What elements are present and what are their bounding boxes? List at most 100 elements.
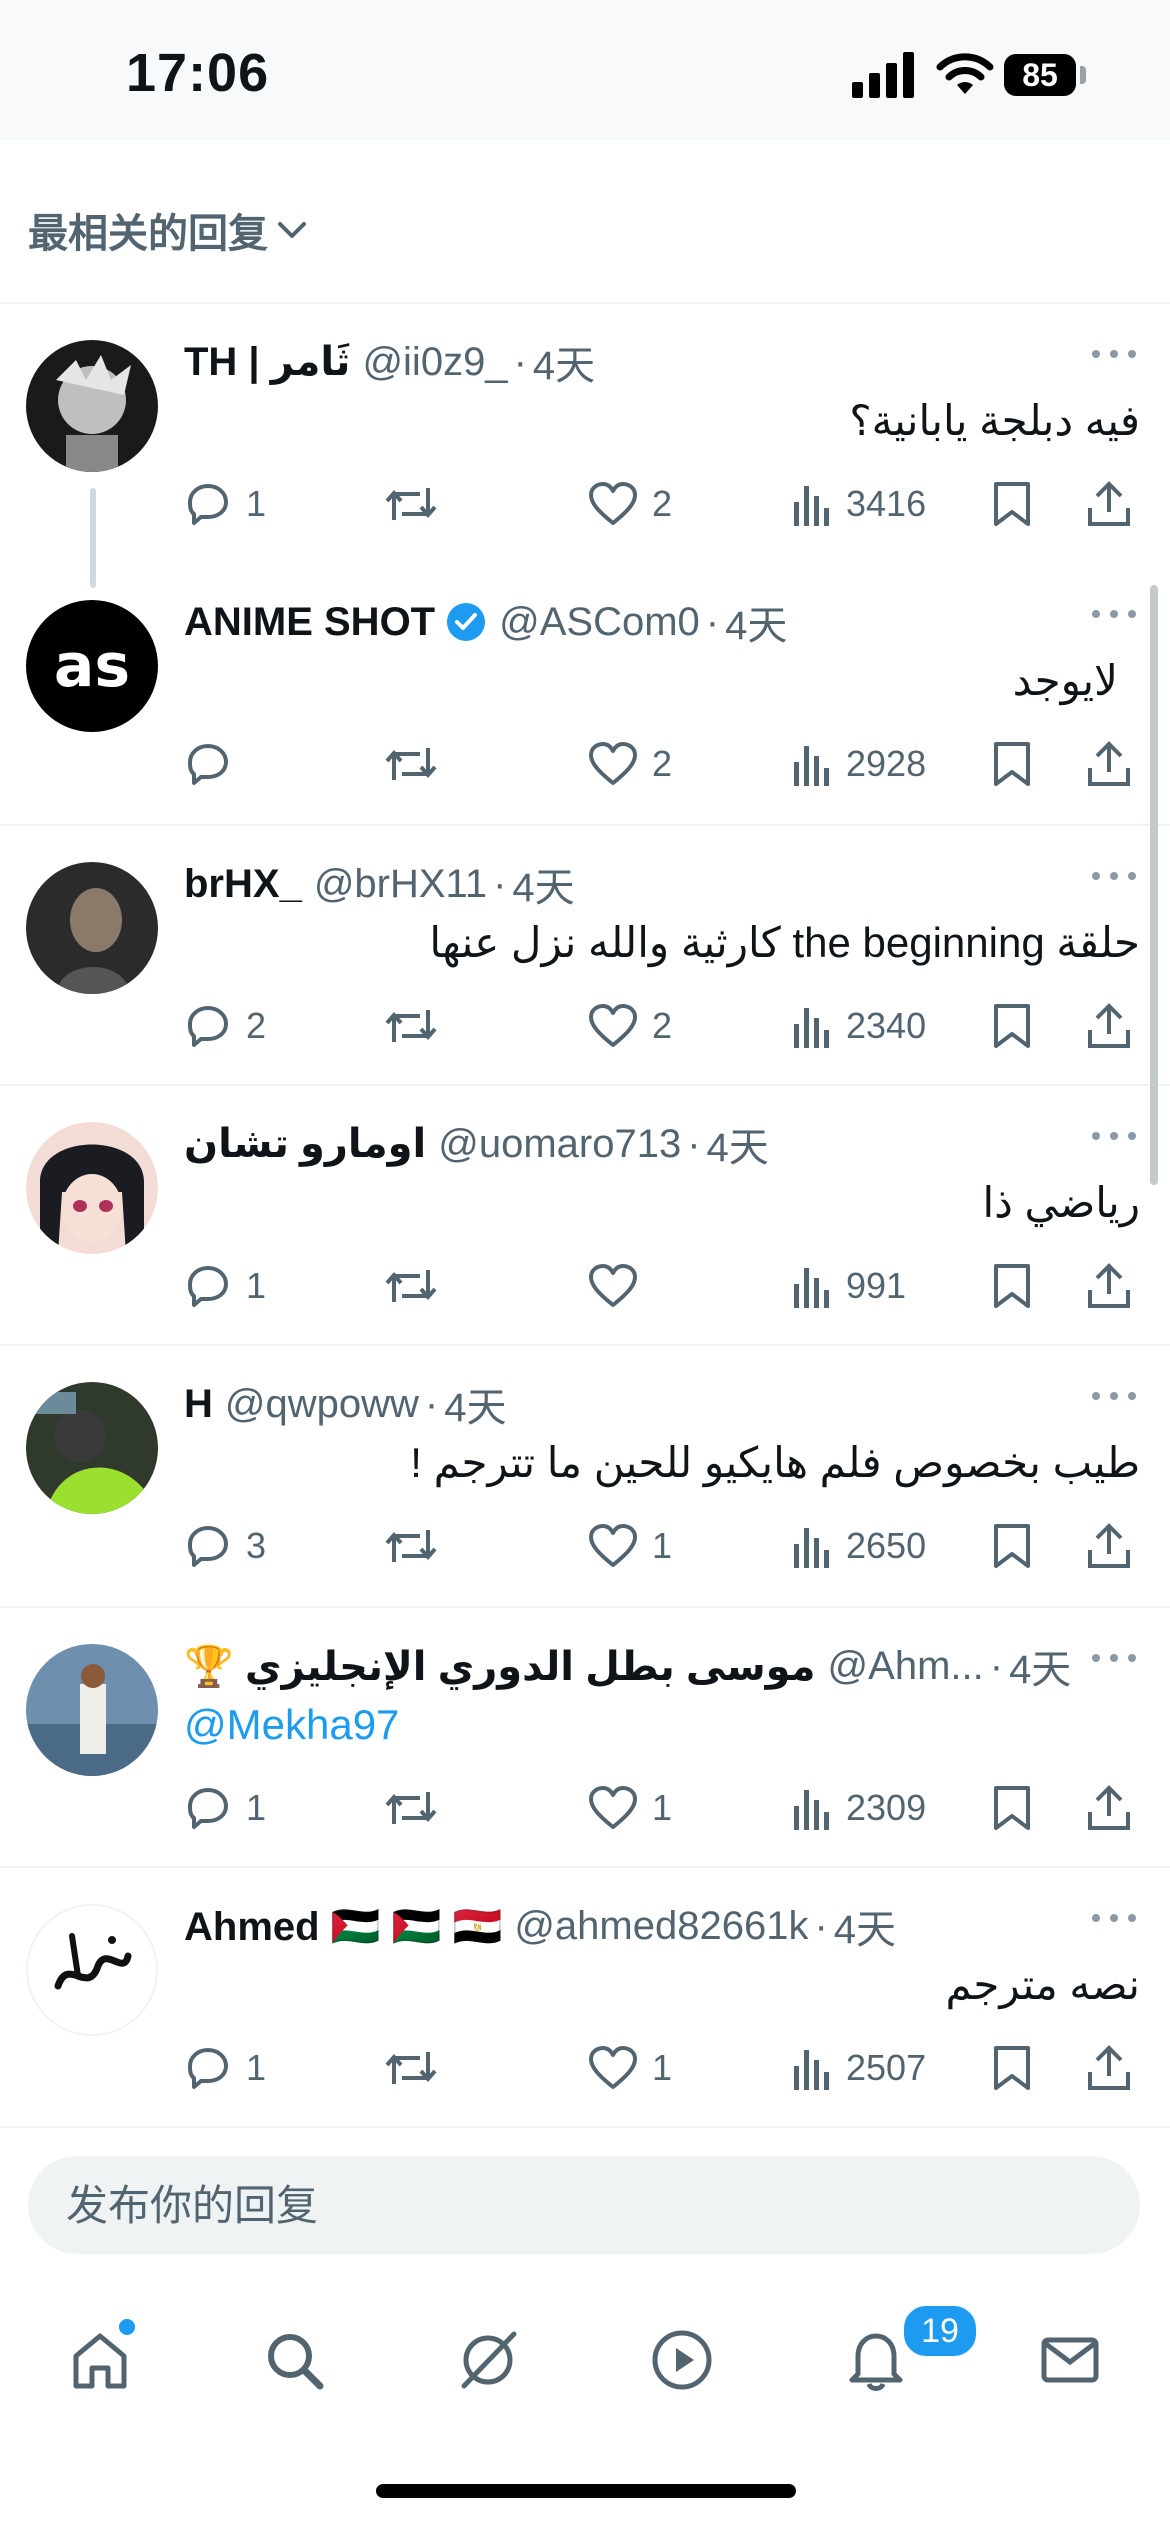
tab-grok[interactable] <box>426 2304 546 2414</box>
author-handle[interactable]: @ahmed82661k <box>514 1904 808 1949</box>
like-button[interactable]: 1 <box>588 1780 672 1836</box>
like-button[interactable] <box>588 1258 652 1314</box>
like-button[interactable]: 2 <box>588 736 672 792</box>
reply-text: نصه مترجم <box>945 1961 1140 2008</box>
more-icon[interactable] <box>1090 1648 1138 1668</box>
bookmark-icon <box>994 742 1030 786</box>
reply-item[interactable]: as ANIME SHOT @ASCom0 · 4天 لايوجد 2 2928 <box>0 564 1170 824</box>
reply-button[interactable]: 1 <box>184 1780 266 1836</box>
bookmark-button[interactable] <box>992 736 1032 792</box>
reply-time: 4天 <box>706 1126 769 1170</box>
retweet-icon <box>385 1530 437 1562</box>
reply-time: 4天 <box>725 604 788 648</box>
avatar[interactable] <box>26 862 158 994</box>
bookmark-button[interactable] <box>992 1518 1032 1574</box>
reply-compose[interactable] <box>28 2156 1140 2256</box>
more-icon[interactable] <box>1090 604 1138 624</box>
retweet-button[interactable] <box>384 2040 438 2096</box>
views-button[interactable]: 2650 <box>792 1518 926 1574</box>
reply-button[interactable]: 1 <box>184 1258 266 1314</box>
reply-item[interactable]: TH | ثَامر @ii0z9_ · 4天 فيه دبلجة ياباني… <box>0 304 1170 564</box>
bookmark-button[interactable] <box>992 998 1032 1054</box>
more-icon[interactable] <box>1090 1126 1138 1146</box>
reply-text: فيه دبلجة يابانية؟ <box>849 397 1140 444</box>
views-button[interactable]: 2928 <box>792 736 926 792</box>
bookmark-button[interactable] <box>992 2040 1032 2096</box>
retweet-button[interactable] <box>384 998 438 1054</box>
reply-button[interactable]: 1 <box>184 2040 266 2096</box>
wifi-icon <box>936 53 994 94</box>
reply-button[interactable] <box>184 736 246 792</box>
sort-dropdown[interactable]: 最相关的回复 <box>28 200 310 260</box>
bookmark-icon <box>994 1264 1030 1308</box>
views-button[interactable]: 2340 <box>792 998 926 1054</box>
reply-item[interactable]: اومارو تشان @uomaro713 · 4天 رياضي ذا 1 9… <box>0 1086 1170 1346</box>
avatar[interactable]: as <box>26 600 158 732</box>
author-handle[interactable]: @ii0z9_ <box>362 340 507 385</box>
author-handle[interactable]: @ASCom0 <box>499 600 700 645</box>
tab-messages[interactable] <box>1008 2304 1128 2414</box>
views-button[interactable]: 2309 <box>792 1780 926 1836</box>
reply-item[interactable]: brHX_ @brHX11 · 4天 حلقة the beginning كا… <box>0 826 1170 1086</box>
scrollbar[interactable] <box>1150 585 1158 1185</box>
author-handle[interactable]: @brHX11 <box>314 862 487 907</box>
views-icon <box>794 1790 829 1830</box>
more-icon[interactable] <box>1090 1908 1138 1928</box>
retweet-button[interactable] <box>384 1258 438 1314</box>
views-button[interactable]: 2507 <box>792 2040 926 2096</box>
tab-search[interactable] <box>232 2304 352 2414</box>
like-button[interactable]: 2 <box>588 476 672 532</box>
avatar[interactable] <box>26 1382 158 1514</box>
reply-button[interactable]: 3 <box>184 1518 266 1574</box>
author-handle[interactable]: @qwpoww <box>225 1382 419 1427</box>
share-button[interactable] <box>1086 476 1132 532</box>
share-button[interactable] <box>1086 1518 1132 1574</box>
avatar[interactable] <box>26 1904 158 2036</box>
author-name[interactable]: Ahmed 🇵🇸 🇵🇸 🇪🇬 <box>184 1903 502 1950</box>
retweet-button[interactable] <box>384 736 438 792</box>
reply-time: 4天 <box>532 344 596 388</box>
views-button[interactable]: 3416 <box>792 476 926 532</box>
reply-button[interactable]: 2 <box>184 998 266 1054</box>
reply-item[interactable]: 🏆 موسى بطل الدوري الإنجليزي @Ahm... · 4天… <box>0 1608 1170 1868</box>
author-name[interactable]: brHX_ <box>184 862 302 907</box>
tab-home[interactable] <box>38 2304 158 2414</box>
tab-video[interactable] <box>620 2304 740 2414</box>
retweet-button[interactable] <box>384 1780 438 1836</box>
share-button[interactable] <box>1086 1780 1132 1836</box>
reply-input[interactable] <box>64 2156 1068 2256</box>
more-icon[interactable] <box>1090 1386 1138 1406</box>
author-handle[interactable]: @Ahm... <box>828 1644 984 1689</box>
retweet-button[interactable] <box>384 1518 438 1574</box>
share-button[interactable] <box>1086 1258 1132 1314</box>
share-button[interactable] <box>1086 2040 1132 2096</box>
like-button[interactable]: 1 <box>588 2040 672 2096</box>
share-icon <box>1088 1003 1130 1048</box>
share-button[interactable] <box>1086 998 1132 1054</box>
avatar[interactable] <box>26 1644 158 1776</box>
share-button[interactable] <box>1086 736 1132 792</box>
bookmark-button[interactable] <box>992 1780 1032 1836</box>
avatar[interactable] <box>26 340 158 472</box>
author-name[interactable]: ANIME SHOT <box>184 600 435 645</box>
author-name[interactable]: TH | ثَامر <box>184 339 350 385</box>
author-name[interactable]: اومارو تشان <box>184 1121 426 1167</box>
author-name[interactable]: H <box>184 1382 213 1427</box>
views-button[interactable]: 991 <box>792 1258 906 1314</box>
like-button[interactable]: 2 <box>588 998 672 1054</box>
more-icon[interactable] <box>1090 344 1138 364</box>
bookmark-button[interactable] <box>992 476 1032 532</box>
author-handle[interactable]: @uomaro713 <box>438 1122 681 1167</box>
avatar[interactable] <box>26 1122 158 1254</box>
home-notification-dot <box>116 2316 138 2338</box>
chevron-down-icon <box>278 222 306 238</box>
retweet-button[interactable] <box>384 476 438 532</box>
reply-item[interactable]: Ahmed 🇵🇸 🇵🇸 🇪🇬 @ahmed82661k · 4天 نصه متر… <box>0 1868 1170 2128</box>
author-name[interactable]: 🏆 موسى بطل الدوري الإنجليزي <box>184 1643 816 1690</box>
bookmark-button[interactable] <box>992 1258 1032 1314</box>
reply-item[interactable]: H @qwpoww · 4天 طيب بخصوص فلم هايكيو للحي… <box>0 1346 1170 1606</box>
reply-mention[interactable]: @Mekha97 <box>184 1696 1140 1754</box>
reply-button[interactable]: 1 <box>184 476 266 532</box>
more-icon[interactable] <box>1090 866 1138 886</box>
like-button[interactable]: 1 <box>588 1518 672 1574</box>
